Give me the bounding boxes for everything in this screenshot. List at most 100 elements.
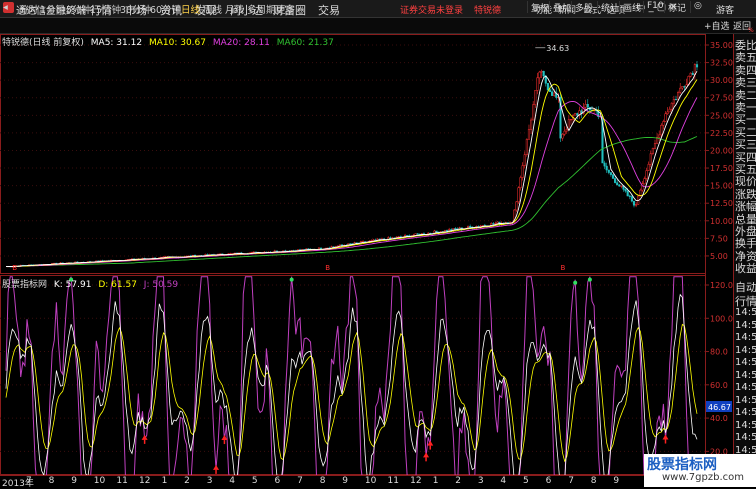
osc-tick-label: 60.0 [710,381,728,390]
side-top-label: % [748,27,754,34]
candle-body [643,178,646,185]
osc-tick-label: 40.0 [710,414,728,423]
date-label: 8 [590,476,597,486]
candle-body [624,189,627,192]
candle-body [569,119,573,121]
candle-body [674,99,678,101]
date-label: 8 [48,476,55,486]
candle-body [523,154,526,166]
price-tick-label: 17.50 [710,164,733,173]
candle-body [632,200,636,206]
date-label: 7 [26,476,32,486]
candle-body [496,221,499,224]
candle-body [565,128,568,132]
candle-body [540,70,543,73]
candle-body [609,172,612,175]
candle-body [584,104,587,108]
date-label: 3 [206,476,213,486]
date-label: 12 [410,476,422,486]
buy-arrow-icon [662,434,669,440]
candle-body [517,187,520,203]
main-legend: 特锐德(日线 前复权) MA5: 31.12 MA10: 30.67 MA20:… [2,35,334,48]
osc-current-value: 46.67 [708,403,731,412]
candle-body [695,64,699,68]
candle-body [605,165,608,171]
candle-body [561,133,564,139]
date-label: 7 [297,476,303,486]
price-tick-label: 12.50 [710,199,733,208]
candle-body [574,113,577,116]
date-label: 9 [342,476,349,486]
trade-time: 14:50 [735,332,756,343]
candle-body [626,190,629,197]
date-label: 6 [274,476,281,486]
signal-marker: B [560,264,565,272]
price-tick-label: 30.00 [710,76,733,85]
indicator-name: 股票指标网 [2,280,48,290]
date-label: 9 [71,476,77,486]
candle-body [651,148,654,154]
candle-body [492,223,495,225]
candle-body [349,243,352,245]
candle-body [664,113,667,122]
osc-tick-label: 120.0 [710,281,733,290]
candle-body [683,86,686,88]
candle-body [603,162,606,167]
candle-body [614,178,617,183]
date-label: 5 [251,476,258,486]
candle-body [611,174,615,179]
candle-body [576,113,579,116]
side-item[interactable]: 收益 [735,260,756,276]
candle-body [519,177,522,189]
price-tick-label: 25.00 [710,111,733,120]
candle-body [515,201,518,211]
date-label: 2 [455,476,462,486]
price-tick-label: 7.50 [710,234,728,243]
indicator-panel-border [0,275,706,475]
high-price-label: 34.63 [546,44,569,53]
trade-time: 14:50 [735,369,756,381]
candle-body [679,87,682,93]
date-label: 9 [613,476,620,486]
candle-body [567,119,570,130]
sell-dot-icon [289,277,294,282]
date-label: 11 [116,476,128,486]
date-label: 7 [568,476,574,486]
candle-body [525,139,528,155]
trade-time: 14:50 [735,319,756,331]
candle-body [530,119,533,130]
date-label: 1 [432,476,439,486]
candle-body [689,72,692,77]
price-tick-label: 35.00 [710,41,733,50]
legend-ma5: MA5: 31.12 [90,38,143,48]
candle-body [635,204,638,206]
candle-body [628,195,631,197]
candle-body [527,129,531,140]
price-tick-label: 32.50 [710,59,733,68]
date-label: 6 [545,476,552,486]
k-line [5,293,698,487]
candle-body [538,71,541,79]
candle-body [691,72,694,76]
candle-body [681,86,684,89]
candle-body [618,184,621,187]
price-tick-label: 22.50 [710,129,733,138]
osc-tick-label: 80.0 [710,348,728,357]
candle-body [647,163,650,171]
d-line [5,323,698,463]
price-tick-label: 15.00 [710,182,733,191]
signal-marker: B [12,264,17,272]
candle-body [454,228,457,230]
date-label: 5 [523,476,529,486]
candle-body [653,142,657,149]
sell-dot-icon [573,280,578,285]
date-label: 10 [93,476,106,486]
candle-body [548,89,552,92]
price-panel-border [0,34,706,274]
candle-body [677,92,680,100]
buy-arrow-icon [213,464,220,470]
legend-ma20: MA20: 28.11 [212,38,270,48]
legend-ma60: MA60: 21.37 [276,38,334,48]
candle-body [670,102,673,110]
watermark-url: www.7gpzb.com [662,472,744,483]
